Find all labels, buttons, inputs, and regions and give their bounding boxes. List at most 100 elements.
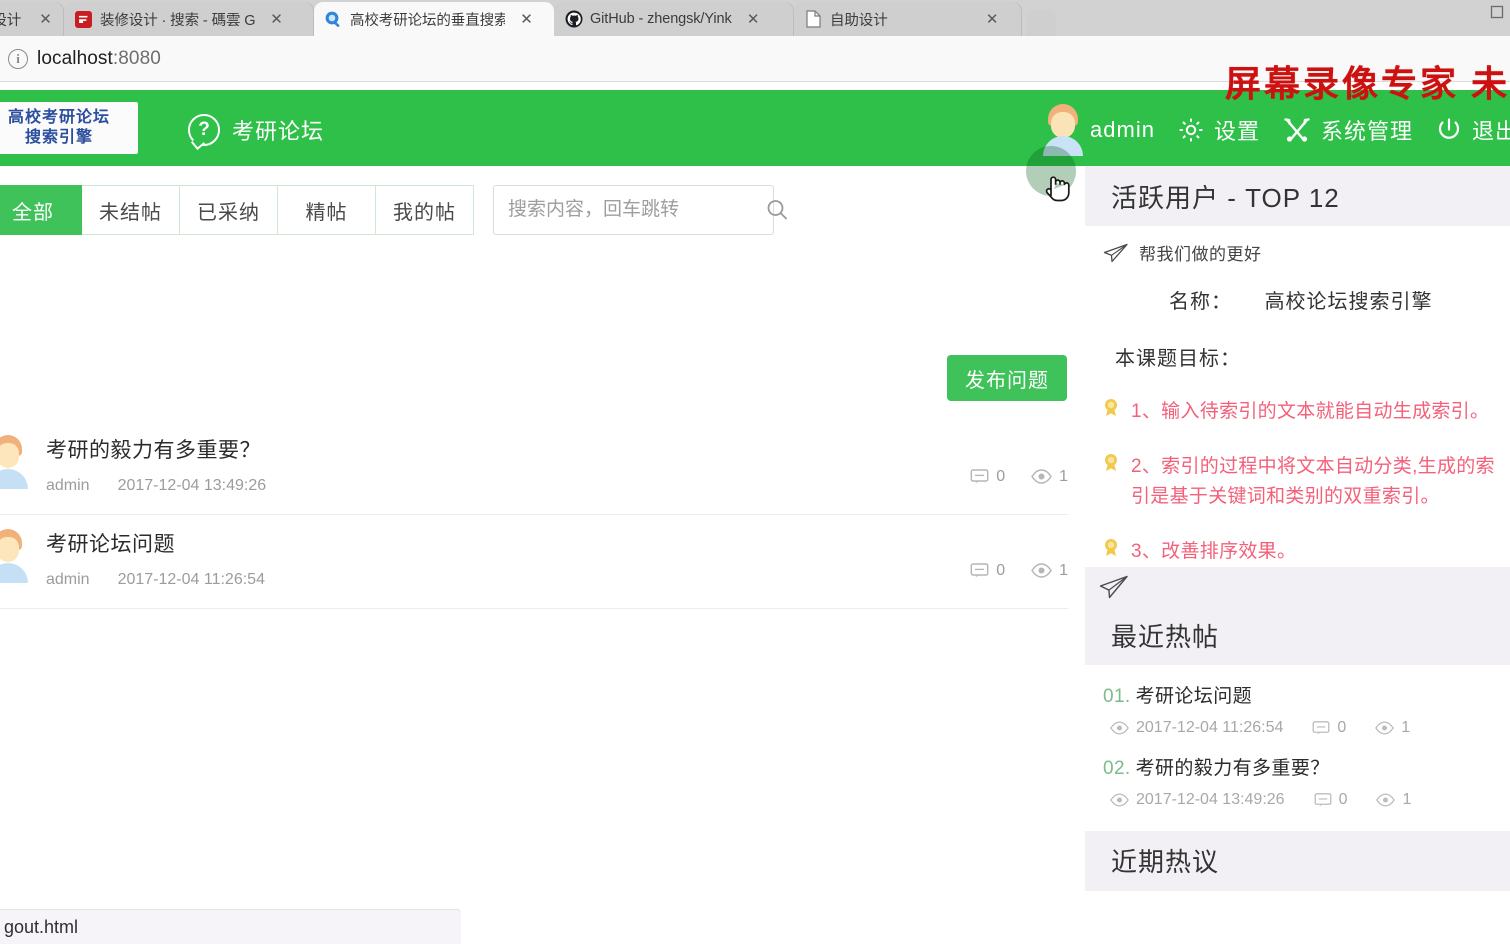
settings-label: 设置 — [1213, 119, 1260, 144]
content-area: 全部 未结帖 已采纳 精帖 我的帖 发布问题 考研的毅力有多重要？ admin … — [0, 166, 1085, 944]
hot-post-meta: 2017-12-04 11:26:54 0 1 — [1103, 719, 1510, 737]
project-name-row: 名称： 高校论坛搜索引擎 — [1085, 285, 1510, 314]
close-icon[interactable]: ✕ — [984, 11, 1001, 28]
browser-tab-title: 装修设计 · 搜索 - 碼雲 G — [100, 12, 255, 29]
medal-icon — [1101, 452, 1123, 511]
project-name-value: 高校论坛搜索引擎 — [1264, 291, 1433, 313]
post-title[interactable]: 考研的毅力有多重要？ — [46, 421, 1068, 464]
goal-item: 3、改善排序效果。 — [1085, 537, 1510, 566]
post-title[interactable]: 考研论坛问题 — [46, 515, 1068, 558]
filter-tab-featured[interactable]: 精帖 — [278, 185, 376, 235]
filter-tab-all[interactable]: 全部 — [0, 185, 82, 235]
browser-tab-0[interactable]: 线设计 · GitH ✕ — [0, 2, 64, 36]
post-author: admin — [46, 571, 90, 588]
power-icon — [1435, 116, 1463, 144]
post-stats: 0 1 — [944, 467, 1068, 486]
hot-posts-header: 最近热帖 — [1085, 606, 1510, 665]
hot-post-comments: 0 — [1305, 719, 1346, 737]
goal-text: 2、索引的过程中将文本自动分类,生成的索引是基于关键词和类别的双重索引。 — [1131, 456, 1495, 507]
hot-post-title-text: 考研的毅力有多重要？ — [1135, 757, 1330, 779]
filter-tab-mine[interactable]: 我的帖 — [376, 185, 474, 235]
close-icon[interactable]: ✕ — [518, 11, 535, 28]
hot-post-views-value: 1 — [1401, 718, 1411, 736]
view-count-value: 1 — [1059, 561, 1068, 579]
paper-plane-icon — [1099, 575, 1129, 599]
site-info-icon[interactable]: i — [8, 48, 28, 69]
url-text: localhost:8080 — [37, 47, 161, 69]
system-manage-label: 系统管理 — [1320, 119, 1413, 144]
logo-line-2: 搜索引擎 — [24, 129, 93, 146]
filter-tab-accepted[interactable]: 已采纳 — [180, 185, 278, 235]
eye-icon — [1376, 793, 1396, 807]
browser-tab-3[interactable]: GitHub - zhengsk/Yink ✕ — [554, 2, 794, 36]
browser-tab-title: 线设计 · GitH — [0, 12, 24, 29]
logout-button[interactable]: 退出 — [1435, 114, 1510, 146]
settings-button[interactable]: 设置 — [1177, 114, 1260, 146]
comment-count: 0 — [970, 467, 1005, 486]
comment-count-value: 0 — [996, 467, 1006, 485]
site-logo[interactable]: ) 高校考研论坛 搜索引擎 — [0, 102, 138, 154]
hot-post-comments-value: 0 — [1338, 790, 1348, 808]
new-tab-button[interactable] — [1026, 10, 1056, 36]
browser-tab-2[interactable]: 高校考研论坛的垂直搜索 ✕ — [314, 2, 554, 36]
table-row[interactable]: 考研的毅力有多重要？ admin 2017-12-04 13:49:26 0 1 — [0, 421, 1068, 515]
hot-post-views-value: 1 — [1402, 790, 1412, 808]
system-manage-button[interactable]: 系统管理 — [1282, 114, 1413, 146]
browser-tabstrip: 线设计 · GitH ✕ 装修设计 · 搜索 - 碼雲 G ✕ 高校考研论坛的垂… — [0, 0, 1510, 36]
hot-post-views: 1 — [1368, 719, 1410, 737]
browser-status-bar: gout.html — [0, 910, 461, 944]
browser-tab-1[interactable]: 装修设计 · 搜索 - 碼雲 G ✕ — [64, 2, 314, 36]
hot-post-comments-value: 0 — [1337, 718, 1347, 736]
hot-post-views: 1 — [1369, 791, 1411, 809]
post-author: admin — [46, 477, 90, 494]
post-list: 考研的毅力有多重要？ admin 2017-12-04 13:49:26 0 1 — [0, 421, 1068, 609]
close-icon[interactable]: ✕ — [745, 11, 762, 28]
goal-text: 1、输入待索引的文本就能自动生成索引。 — [1131, 401, 1490, 422]
search-icon[interactable] — [765, 186, 789, 234]
list-item[interactable]: 02. 考研的毅力有多重要？ 2017-12-04 13:49:26 0 1 — [1085, 737, 1510, 809]
list-item[interactable]: 01. 考研论坛问题 2017-12-04 11:26:54 0 1 — [1085, 665, 1510, 737]
comment-count: 0 — [970, 561, 1005, 580]
username-label: admin — [1090, 117, 1155, 142]
post-meta: admin 2017-12-04 13:49:26 — [46, 477, 1068, 495]
view-count: 1 — [1031, 562, 1068, 580]
hot-post-time: 2017-12-04 13:49:26 — [1103, 791, 1285, 809]
active-users-header: 活跃用户 - TOP 12 — [1085, 166, 1510, 226]
eye-icon — [1110, 793, 1129, 807]
project-name-label: 名称： — [1169, 291, 1232, 313]
comment-icon — [1312, 719, 1330, 737]
browser-tab-4[interactable]: 自助设计 ✕ — [794, 2, 1022, 36]
table-row[interactable]: 考研论坛问题 admin 2017-12-04 11:26:54 0 1 — [0, 515, 1068, 609]
eye-icon — [1031, 563, 1052, 578]
logout-label: 退出 — [1471, 119, 1510, 144]
search-box[interactable] — [493, 185, 787, 235]
screen-recorder-watermark: 屏幕录像专家 未 — [1224, 64, 1510, 104]
help-us-label: 帮我们做的更好 — [1139, 245, 1262, 264]
post-time: 2017-12-04 13:49:26 — [117, 477, 267, 494]
browser-tab-title: 高校考研论坛的垂直搜索 — [350, 12, 505, 29]
post-time: 2017-12-04 11:26:54 — [117, 571, 265, 588]
hot-post-index: 01. — [1103, 685, 1131, 707]
publish-question-button[interactable]: 发布问题 — [947, 355, 1067, 401]
mouse-cursor — [1042, 166, 1072, 204]
hot-post-time: 2017-12-04 11:26:54 — [1103, 719, 1283, 737]
eye-icon — [1031, 469, 1052, 484]
hot-post-time-value: 2017-12-04 13:49:26 — [1136, 790, 1285, 808]
close-icon[interactable]: ✕ — [37, 11, 54, 28]
nav-item-forum[interactable]: ? 考研论坛 — [188, 114, 324, 146]
hot-post-title[interactable]: 02. 考研的毅力有多重要？ — [1103, 753, 1510, 780]
browser-tab-title: GitHub - zhengsk/Yink — [590, 11, 732, 27]
comment-count-value: 0 — [996, 561, 1006, 579]
header-user-area: admin 设置 系统管理 退出 — [1040, 104, 1510, 156]
eye-icon — [1110, 721, 1129, 735]
close-icon[interactable]: ✕ — [268, 11, 285, 28]
tools-icon — [1282, 116, 1312, 144]
browser-tab-title: 自助设计 — [830, 12, 888, 29]
search-input[interactable] — [494, 187, 765, 233]
hot-post-title[interactable]: 01. 考研论坛问题 — [1103, 681, 1510, 708]
window-minimize-icon[interactable] — [1486, 2, 1508, 22]
recent-discussion-header: 近期热议 — [1085, 830, 1510, 891]
post-meta: admin 2017-12-04 11:26:54 — [46, 571, 1068, 589]
nav-item-forum-label: 考研论坛 — [232, 119, 325, 144]
filter-tab-unresolved[interactable]: 未结帖 — [82, 185, 180, 235]
